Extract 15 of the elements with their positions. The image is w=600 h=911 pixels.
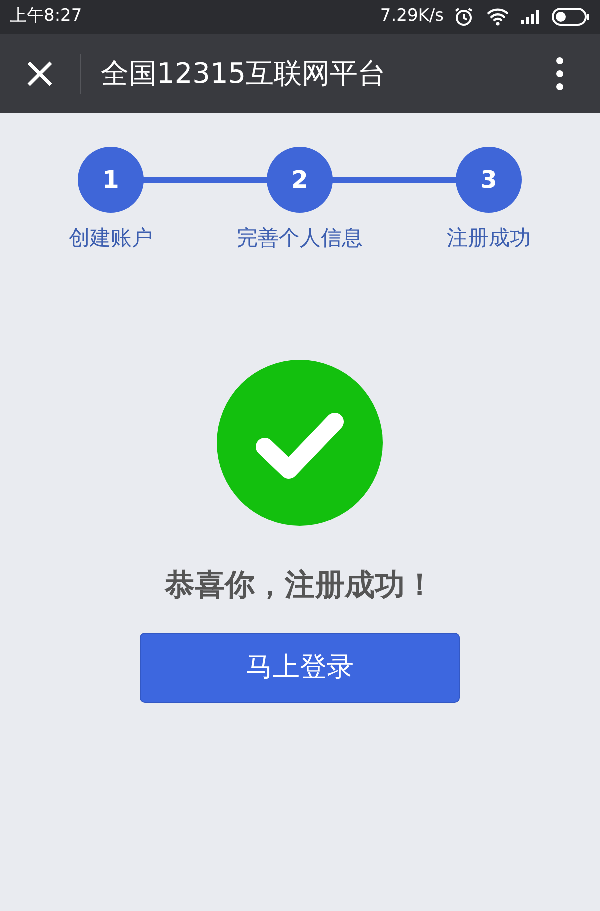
- login-button[interactable]: 马上登录: [140, 633, 460, 703]
- battery-icon: [552, 8, 590, 26]
- step-label: 创建账户: [69, 225, 153, 252]
- page-title: 全国12315互联网平台: [101, 56, 388, 92]
- step-label: 完善个人信息: [237, 225, 363, 252]
- signal-icon: [520, 9, 542, 25]
- wifi-icon: [486, 7, 510, 27]
- success-message: 恭喜你，注册成功！: [165, 567, 435, 605]
- step-label: 注册成功: [447, 225, 531, 252]
- alarm-icon: [454, 7, 474, 27]
- close-icon: [26, 60, 54, 88]
- more-icon: [556, 56, 564, 90]
- success-check-icon: [217, 360, 383, 526]
- clock-time: 上午8:27: [10, 5, 82, 28]
- network-speed: 7.29K/s: [380, 5, 444, 28]
